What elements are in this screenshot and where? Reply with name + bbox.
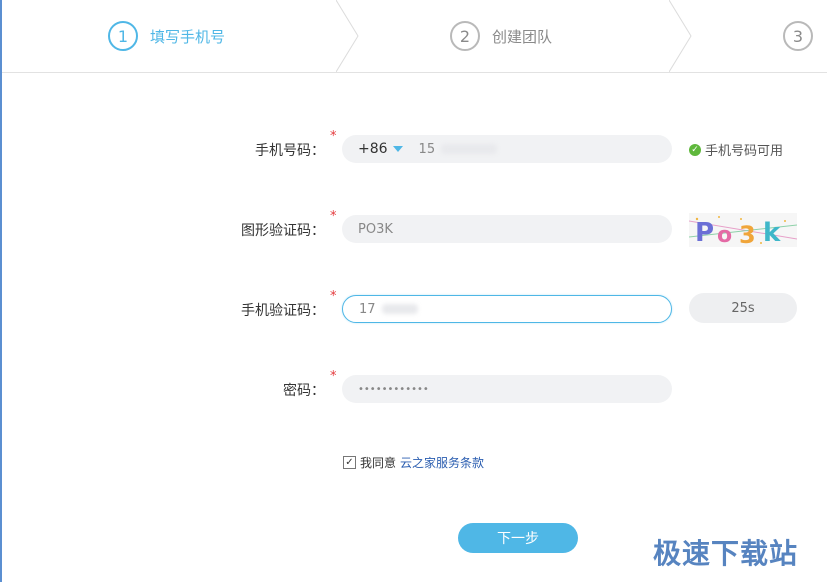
step-number: 2 bbox=[450, 21, 480, 51]
redacted-text bbox=[381, 304, 418, 314]
step-number: 1 bbox=[108, 21, 138, 51]
step-label: 填写手机号 bbox=[150, 27, 226, 46]
steps-header: 1 填写手机号 2 创建团队 3 bbox=[2, 0, 827, 73]
caret-down-icon bbox=[392, 146, 403, 152]
sms-value: 17 bbox=[359, 301, 376, 317]
check-circle-icon: ✓ bbox=[689, 143, 701, 156]
captcha-image[interactable]: P o 3 k bbox=[689, 213, 797, 247]
password-input[interactable]: •••••••••••• bbox=[342, 375, 672, 403]
step-separator-icon bbox=[669, 0, 692, 72]
required-mark: * bbox=[330, 369, 337, 384]
step-3: 3 bbox=[783, 0, 813, 72]
required-mark: * bbox=[330, 129, 337, 144]
captcha-label: 图形验证码： bbox=[241, 223, 325, 239]
redacted-text bbox=[441, 144, 498, 154]
phone-label: 手机号码： bbox=[255, 143, 325, 159]
step-separator-icon bbox=[336, 0, 359, 72]
password-label: 密码： bbox=[283, 383, 325, 399]
password-value: •••••••••••• bbox=[358, 383, 429, 395]
phone-status: ✓ 手机号码可用 bbox=[689, 140, 783, 159]
step-label: 创建团队 bbox=[492, 27, 553, 46]
svg-text:k: k bbox=[763, 218, 781, 247]
captcha-input[interactable]: PO3K bbox=[342, 215, 672, 243]
sms-row: 手机验证码： * 17 25s bbox=[2, 289, 827, 325]
resend-countdown-button[interactable]: 25s bbox=[689, 293, 797, 323]
svg-text:3: 3 bbox=[739, 221, 756, 247]
sms-code-input[interactable]: 17 bbox=[342, 295, 672, 323]
agreement: ✓ 我同意 云之家服务条款 bbox=[343, 454, 484, 471]
step-number: 3 bbox=[783, 21, 813, 51]
phone-status-text: 手机号码可用 bbox=[705, 144, 784, 159]
sms-label: 手机验证码： bbox=[241, 303, 325, 319]
signup-page: 1 填写手机号 2 创建团队 3 手机号码： * +86 15 ✓ 手机号码可用… bbox=[0, 0, 827, 582]
phone-input[interactable]: +86 15 bbox=[342, 135, 672, 163]
agree-checkbox[interactable]: ✓ bbox=[343, 456, 356, 469]
step-2: 2 创建团队 bbox=[450, 0, 552, 72]
phone-row: 手机号码： * +86 15 ✓ 手机号码可用 bbox=[2, 129, 827, 165]
required-mark: * bbox=[330, 289, 337, 304]
required-mark: * bbox=[330, 209, 337, 224]
captcha-text: P bbox=[695, 218, 714, 247]
next-step-button[interactable]: 下一步 bbox=[458, 523, 578, 553]
agree-prefix: 我同意 bbox=[360, 456, 397, 470]
password-row: 密码： * •••••••••••• bbox=[2, 369, 827, 405]
country-code-select[interactable]: +86 bbox=[358, 141, 403, 157]
captcha-value: PO3K bbox=[358, 221, 393, 237]
terms-link[interactable]: 云之家服务条款 bbox=[400, 454, 484, 471]
phone-value: 15 bbox=[418, 141, 436, 157]
step-1: 1 填写手机号 bbox=[108, 0, 225, 72]
svg-text:o: o bbox=[717, 223, 732, 247]
captcha-row: 图形验证码： * PO3K P o 3 k bbox=[2, 209, 827, 247]
country-code: +86 bbox=[358, 141, 388, 157]
watermark: 极速下载站 bbox=[653, 537, 799, 570]
